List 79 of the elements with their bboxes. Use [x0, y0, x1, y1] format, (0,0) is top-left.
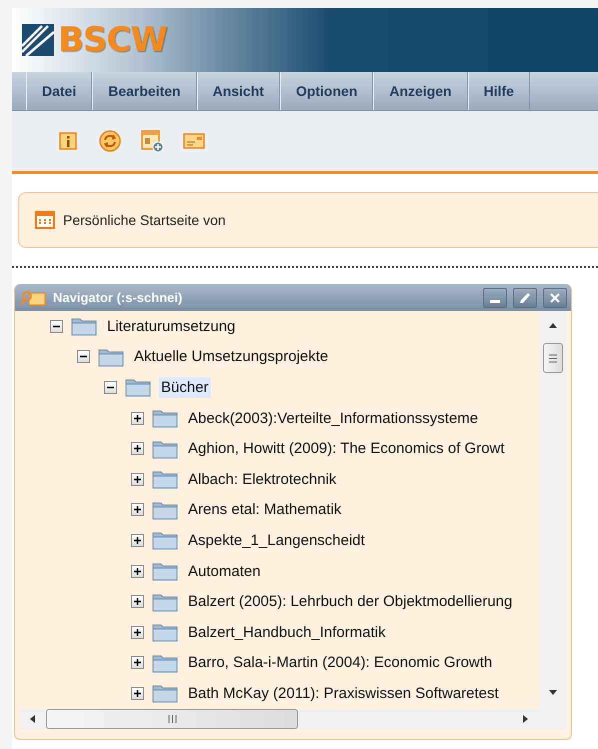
expand-toggle[interactable] — [131, 472, 144, 486]
tree-item[interactable]: Bücher — [159, 376, 211, 398]
tree-item[interactable]: Aspekte_1_Langenscheidt — [186, 530, 367, 551]
folder-icon — [152, 469, 178, 490]
tree-item[interactable]: Balzert_Handbuch_Informatik — [186, 622, 388, 643]
close-icon — [549, 292, 561, 304]
plus-icon — [133, 597, 142, 606]
vertical-scrollbar[interactable] — [540, 311, 566, 709]
tree-item[interactable]: Barro, Sala-i-Martin (2004): Economic Growth — [186, 652, 494, 674]
scroll-down-icon[interactable] — [548, 689, 558, 697]
folder-icon — [152, 622, 178, 642]
folder-icon — [152, 438, 178, 459]
edit-button[interactable] — [513, 288, 537, 308]
plus-icon — [133, 688, 142, 698]
minimize-button[interactable] — [483, 288, 507, 308]
grip-icon — [168, 715, 176, 723]
folder-icon — [152, 408, 178, 428]
menu-item[interactable]: Optionen — [280, 72, 374, 110]
plus-icon — [133, 566, 142, 576]
folder-icon — [152, 592, 178, 612]
plus-icon — [133, 474, 142, 484]
menu-item[interactable]: Ansicht — [196, 72, 280, 110]
logo-icon — [20, 22, 56, 58]
folder-icon — [152, 500, 178, 520]
add-window-icon[interactable] — [140, 129, 164, 153]
collapse-toggle[interactable] — [104, 380, 117, 394]
folder-icon — [152, 530, 178, 550]
tree-item[interactable]: Literaturumsetzung — [105, 316, 238, 337]
tree-item[interactable]: Arens etal: Mathematik — [186, 499, 344, 520]
expand-toggle[interactable] — [131, 595, 144, 608]
expand-toggle[interactable] — [131, 534, 144, 547]
collapse-toggle[interactable] — [77, 350, 90, 364]
scroll-thumb[interactable] — [46, 709, 298, 729]
tree-item[interactable]: Bath McKay (2011): Praxiswissen Softwaretest — [186, 682, 501, 704]
scroll-right-icon[interactable] — [522, 714, 530, 724]
plus-icon — [133, 536, 142, 545]
logo: BSCW — [58, 20, 167, 60]
expand-toggle[interactable] — [131, 503, 144, 516]
horizontal-scrollbar[interactable] — [20, 709, 566, 729]
menu-item[interactable]: Bearbeiten — [92, 72, 197, 110]
expand-toggle[interactable] — [131, 656, 144, 670]
collapse-toggle[interactable] — [50, 320, 63, 333]
notice-text: Persönliche Startseite von — [63, 212, 226, 228]
tree-item[interactable]: Aktuelle Umsetzungsprojekte — [132, 346, 330, 368]
tree-item[interactable]: Albach: Elektrotechnik — [186, 468, 338, 490]
calendar-icon — [35, 210, 55, 230]
refresh-icon[interactable] — [98, 129, 122, 153]
scroll-left-icon[interactable] — [28, 714, 36, 724]
menu-item[interactable]: Anzeigen — [373, 72, 468, 110]
scroll-up-icon[interactable] — [548, 321, 558, 329]
pencil-icon — [519, 292, 531, 304]
expand-toggle[interactable] — [131, 626, 144, 639]
navigator-title: Navigator (:s-schnei) — [53, 290, 184, 305]
menu-item[interactable]: Hilfe — [468, 72, 530, 110]
expand-toggle[interactable] — [131, 412, 144, 425]
folder-icon — [125, 377, 151, 398]
plus-icon — [133, 444, 142, 454]
tree-item[interactable]: Aghion, Howitt (2009): The Economics of Growt — [186, 438, 507, 460]
scroll-thumb[interactable] — [543, 343, 563, 373]
folder-icon — [71, 316, 97, 336]
plus-icon — [133, 658, 142, 668]
plus-icon — [133, 628, 142, 637]
folder-icon — [98, 346, 124, 367]
folder-key-icon — [21, 288, 47, 306]
expand-toggle[interactable] — [131, 442, 144, 456]
plus-icon — [133, 505, 142, 514]
tree-item[interactable]: Balzert (2005): Lehrbuch der Objektmodellierung — [186, 591, 514, 612]
plus-icon — [133, 414, 142, 423]
tree-item[interactable]: Automaten — [186, 560, 263, 582]
folder-icon — [152, 561, 178, 582]
minimize-icon — [490, 300, 500, 303]
tree-item[interactable]: Abeck(2003):Verteilte_Informationssysteme — [186, 408, 480, 429]
grip-icon — [549, 354, 557, 362]
folder-icon — [152, 683, 178, 704]
folder-icon — [152, 652, 178, 673]
expand-toggle[interactable] — [131, 564, 144, 578]
menu-item[interactable]: Datei — [26, 72, 92, 110]
close-button[interactable] — [543, 288, 567, 308]
expand-toggle[interactable] — [131, 686, 144, 700]
